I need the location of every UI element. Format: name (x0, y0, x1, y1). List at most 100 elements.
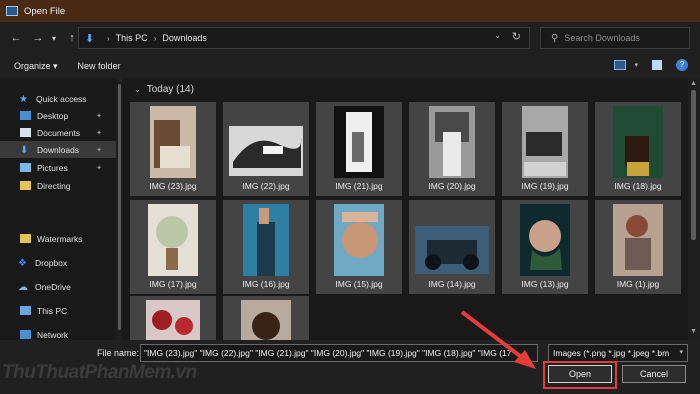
chevron-right-icon[interactable]: › (107, 34, 110, 43)
file-name-field[interactable]: "IMG (23).jpg" "IMG (22).jpg" "IMG (21).… (140, 344, 538, 362)
file-tile[interactable]: IMG (19).jpg (502, 102, 588, 196)
sidebar-item-label: Documents (37, 127, 80, 138)
sidebar-item-label: Watermarks (37, 233, 83, 244)
window-title: Open File (24, 5, 66, 17)
image-thumbnail (334, 106, 384, 178)
new-folder-button[interactable]: New folder (78, 61, 121, 71)
file-tile[interactable] (130, 296, 216, 340)
file-tile[interactable]: IMG (17).jpg (130, 200, 216, 294)
sidebar-item-downloads[interactable]: ⬇ Downloads ✦ (0, 141, 116, 158)
app-icon (6, 6, 18, 16)
file-tile[interactable] (223, 296, 309, 340)
sidebar-item-label: Directing (37, 180, 71, 191)
change-view-icon[interactable] (614, 60, 627, 70)
organize-button[interactable]: Organize ▾ (14, 61, 58, 72)
file-name: IMG (16).jpg (242, 279, 290, 289)
open-button-highlight (543, 361, 617, 389)
file-name-label: File name: (97, 348, 140, 358)
sidebar-item-watermarks[interactable]: Watermarks (0, 230, 116, 247)
file-name: IMG (1).jpg (616, 279, 660, 289)
sidebar-item-pictures[interactable]: Pictures ✦ (0, 159, 116, 176)
search-box[interactable]: ⚲ (540, 27, 690, 49)
group-label: Today (14) (146, 84, 194, 95)
file-tile[interactable]: IMG (22).jpg (223, 102, 309, 196)
network-icon (20, 330, 31, 339)
file-list: ⌄ Today (14) IMG (23).jpg IMG (22).jpg IM… (122, 78, 688, 340)
computer-icon (20, 306, 31, 315)
dropbox-icon: ❖ (18, 258, 27, 269)
help-icon[interactable]: ? (676, 59, 688, 71)
pin-icon: ✦ (96, 112, 102, 120)
image-thumbnail (613, 204, 663, 276)
scroll-up-icon[interactable]: ▲ (690, 80, 697, 87)
breadcrumb-downloads[interactable]: Downloads (162, 33, 207, 43)
address-bar[interactable]: ⬇ › This PC › Downloads ⌄ ↻ (78, 27, 530, 49)
sidebar-item-desktop[interactable]: Desktop ✦ (0, 107, 116, 124)
view-controls: ▾ ? (614, 59, 688, 71)
folder-icon (20, 234, 31, 243)
search-input[interactable] (564, 33, 685, 43)
sidebar-item-onedrive[interactable]: ☁ OneDrive (0, 278, 116, 295)
content-scrollbar-thumb[interactable] (691, 90, 696, 240)
sidebar-item-label: Pictures (37, 162, 68, 173)
file-tile[interactable]: IMG (20).jpg (409, 102, 495, 196)
desktop-icon (20, 111, 31, 120)
file-tile[interactable]: IMG (21).jpg (316, 102, 402, 196)
chevron-down-icon[interactable]: ⌄ (494, 31, 501, 40)
chevron-down-icon[interactable]: ▾ (634, 61, 638, 69)
chevron-down-icon: ⌄ (134, 85, 141, 94)
file-name: IMG (23).jpg (149, 181, 197, 191)
sidebar-item-documents[interactable]: Documents ✦ (0, 124, 116, 141)
image-thumbnail (146, 300, 200, 340)
file-name: IMG (15).jpg (335, 279, 383, 289)
refresh-icon[interactable]: ↻ (512, 30, 521, 43)
forward-arrow-icon[interactable]: → (30, 32, 46, 44)
file-name: IMG (19).jpg (521, 181, 569, 191)
file-tile[interactable]: IMG (18).jpg (595, 102, 681, 196)
cancel-button[interactable]: Cancel (622, 365, 686, 383)
file-tile[interactable]: IMG (13).jpg (502, 200, 588, 294)
content-scrollbar[interactable]: ▲ ▼ (688, 78, 700, 340)
file-tile[interactable]: IMG (16).jpg (223, 200, 309, 294)
breadcrumb-this-pc[interactable]: This PC (116, 33, 148, 43)
file-tile[interactable]: IMG (23).jpg (130, 102, 216, 196)
file-tile[interactable]: IMG (1).jpg (595, 200, 681, 294)
sidebar-item-dropbox[interactable]: ❖ Dropbox (0, 254, 116, 271)
file-tile[interactable]: IMG (14).jpg (409, 200, 495, 294)
sidebar-item-label: This PC (37, 305, 68, 316)
file-name: IMG (17).jpg (149, 279, 197, 289)
sidebar-item-label: Network (37, 329, 69, 340)
back-arrow-icon[interactable]: ← (8, 32, 24, 44)
sidebar-item-directing[interactable]: Directing (0, 177, 116, 194)
sidebar-scrollbar-thumb[interactable] (118, 84, 121, 330)
documents-icon (20, 128, 31, 137)
group-header[interactable]: ⌄ Today (14) (134, 84, 194, 95)
sidebar-item-label: OneDrive (35, 281, 71, 292)
file-name: IMG (20).jpg (428, 181, 476, 191)
navigation-bar: ← → ▾ ↑ ⬇ › This PC › Downloads ⌄ ↻ ⚲ (0, 22, 700, 54)
download-icon: ⬇ (20, 145, 29, 156)
sidebar-item-network[interactable]: Network (0, 326, 116, 340)
image-thumbnail (429, 106, 475, 178)
scroll-down-icon[interactable]: ▼ (690, 328, 697, 335)
sidebar-item-label: Downloads (37, 144, 80, 155)
preview-pane-icon[interactable] (652, 60, 662, 70)
sidebar-item-this-pc[interactable]: This PC (0, 302, 116, 319)
sidebar-item-quick-access[interactable]: ★ Quick access (0, 90, 116, 107)
file-name: IMG (18).jpg (614, 181, 662, 191)
chevron-right-icon[interactable]: › (154, 34, 157, 43)
star-icon: ★ (19, 94, 28, 105)
file-type-select[interactable]: Images (*.png *.jpg *.jpeg *.bm ▾ (548, 344, 688, 362)
image-thumbnail (415, 226, 489, 274)
file-name: IMG (13).jpg (521, 279, 569, 289)
image-thumbnail (522, 106, 568, 178)
title-bar: Open File (0, 0, 700, 22)
recent-locations-icon[interactable]: ▾ (46, 34, 62, 43)
search-icon: ⚲ (551, 32, 559, 44)
file-tile[interactable]: IMG (15).jpg (316, 200, 402, 294)
pictures-icon (20, 163, 31, 172)
image-thumbnail (241, 300, 291, 340)
chevron-down-icon: ▾ (679, 349, 683, 356)
cloud-icon: ☁ (18, 282, 28, 293)
folder-icon (20, 181, 31, 190)
